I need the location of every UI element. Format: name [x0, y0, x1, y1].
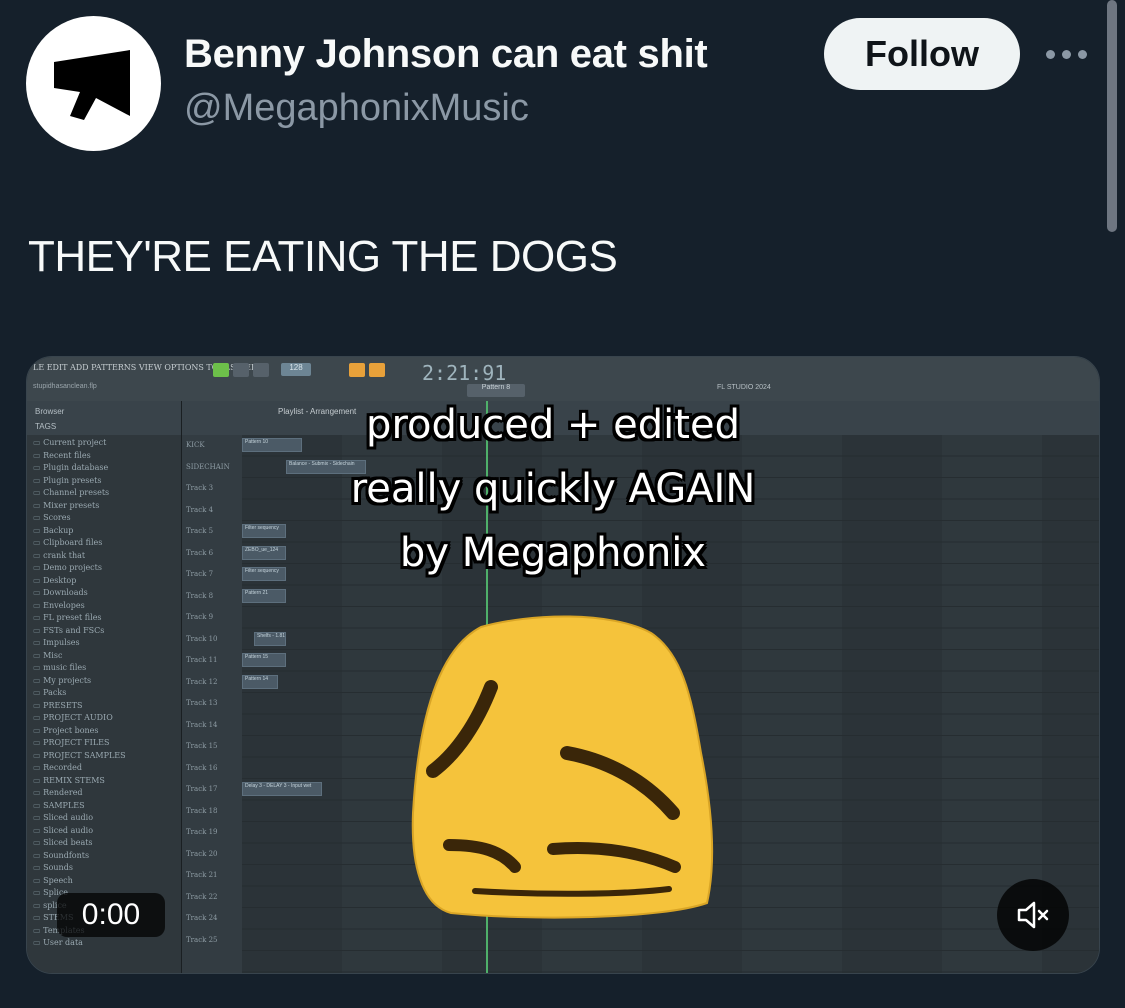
browser-item: Mixer presets — [33, 500, 175, 513]
browser-item: Plugin database — [33, 462, 175, 475]
video-timestamp: 0:00 — [57, 893, 165, 937]
browser-item: music files — [33, 662, 175, 675]
browser-item: FSTs and FSCs — [33, 625, 175, 638]
track-label: Track 20 — [186, 849, 218, 858]
play-icon — [233, 363, 249, 377]
track-label: Track 7 — [186, 570, 214, 578]
follow-button[interactable]: Follow — [824, 18, 1020, 90]
browser-item: Recorded — [33, 762, 175, 775]
track-label: Track 15 — [186, 742, 218, 750]
browser-item: FL preset files — [33, 612, 175, 625]
tweet-text: THEY'RE EATING THE DOGS — [28, 232, 618, 281]
playlist-clip: Shelfs - 1.81 — [254, 631, 286, 646]
stop-icon — [253, 363, 269, 377]
video-caption: produced + edited really quickly AGAIN b… — [253, 393, 853, 585]
browser-item: Downloads — [33, 587, 175, 600]
megaphone-icon — [54, 50, 130, 120]
snap-icon — [369, 363, 385, 377]
browser-item: Speech — [33, 875, 175, 888]
tempo-display: 128 — [281, 363, 311, 376]
browser-header: Browser TAGS — [27, 401, 181, 435]
track-list: KICK SIDECHAIN Track 3 Track 4 Track 5 Track … — [182, 435, 242, 973]
browser-item: Clipboard files — [33, 537, 175, 550]
browser-item: crank that — [33, 550, 175, 563]
browser-item: Misc — [33, 650, 175, 663]
track-label: Track 9 — [186, 613, 214, 621]
track-label: Track 4 — [186, 505, 214, 514]
author-handle[interactable]: @MegaphonixMusic — [184, 87, 529, 130]
browser-item: User data — [33, 937, 175, 950]
browser-item: Backup — [33, 525, 175, 538]
browser-item: Sliced audio — [33, 825, 175, 838]
browser-item: Project bones — [33, 725, 175, 738]
track-label: Track 21 — [186, 871, 218, 879]
track-label: Track 18 — [186, 806, 218, 815]
track-label: Track 25 — [186, 935, 218, 944]
playlist-clip: Pattern 21 — [242, 588, 286, 603]
browser-item: Scores — [33, 512, 175, 525]
pat-song-toggle — [213, 363, 229, 377]
caption-line: produced + edited — [366, 402, 740, 448]
browser-item: PRESETS — [33, 700, 175, 713]
playlist-clip: Pattern 15 — [242, 653, 286, 667]
browser-item: Rendered — [33, 787, 175, 800]
video-player[interactable]: LE EDIT ADD PATTERNS VIEW OPTIONS TOOLS … — [26, 356, 1100, 974]
caption-line: by Megaphonix — [399, 530, 707, 576]
browser-item: Sounds — [33, 862, 175, 875]
playlist-clip: Delay 3 - DELAY 3 - Input wet — [242, 782, 322, 796]
browser-item: Desktop — [33, 575, 175, 588]
browser-item: Plugin presets — [33, 475, 175, 488]
browser-item: Current project — [33, 437, 175, 450]
browser-item: REMIX STEMS — [33, 775, 175, 788]
browser-item: SAMPLES — [33, 800, 175, 813]
caption-line: really quickly AGAIN — [350, 466, 756, 512]
volume-muted-icon — [1017, 901, 1049, 929]
track-label: Track 13 — [186, 699, 218, 707]
track-label: Track 24 — [186, 914, 218, 922]
browser-item: PROJECT SAMPLES — [33, 750, 175, 763]
browser-item: My projects — [33, 675, 175, 688]
pensive-face-emoji — [411, 615, 714, 919]
browser-item: Channel presets — [33, 487, 175, 500]
browser-item: Packs — [33, 687, 175, 700]
browser-item: Sliced audio — [33, 812, 175, 825]
track-label: Track 12 — [186, 677, 218, 686]
author-avatar[interactable] — [26, 16, 161, 151]
track-label: Track 10 — [186, 634, 218, 643]
browser-tags-label: TAGS — [35, 422, 57, 431]
track-label: SIDECHAIN — [186, 462, 230, 471]
track-label: Track 22 — [186, 892, 218, 901]
app-browser-panel: Browser TAGS Current projectRecent files… — [27, 401, 182, 973]
track-label: Track 3 — [186, 484, 214, 492]
browser-list: Current projectRecent filesPlugin databa… — [27, 435, 181, 952]
track-label: Track 16 — [186, 763, 218, 772]
app-project-name: stupidhasanclean.flp — [33, 383, 97, 390]
browser-item: PROJECT FILES — [33, 737, 175, 750]
metronome-icon — [349, 363, 365, 377]
track-label: Track 14 — [186, 720, 218, 729]
track-label: Track 19 — [186, 828, 218, 836]
browser-item: Impulses — [33, 637, 175, 650]
browser-item: Sliced beats — [33, 837, 175, 850]
author-display-name[interactable]: Benny Johnson can eat shit — [184, 32, 708, 77]
more-horizontal-icon[interactable] — [1046, 44, 1094, 64]
browser-title: Browser — [35, 407, 65, 416]
song-time-display: 2:21:91 — [422, 361, 507, 385]
browser-item: PROJECT AUDIO — [33, 712, 175, 725]
page-scrollbar[interactable] — [1107, 0, 1117, 232]
browser-item: Recent files — [33, 450, 175, 463]
track-label: KICK — [186, 441, 205, 449]
track-label: Track 6 — [186, 548, 214, 557]
track-label: Track 11 — [186, 656, 218, 664]
track-label: Track 5 — [186, 527, 214, 535]
track-label: Track 17 — [186, 785, 218, 793]
browser-item: Demo projects — [33, 562, 175, 575]
mute-button[interactable] — [997, 879, 1069, 951]
playlist-clip: Pattern 14 — [242, 674, 278, 689]
track-label: Track 8 — [186, 591, 214, 600]
browser-item: Envelopes — [33, 600, 175, 613]
browser-item: Soundfonts — [33, 850, 175, 863]
app-version: FL STUDIO 2024 — [717, 384, 771, 391]
